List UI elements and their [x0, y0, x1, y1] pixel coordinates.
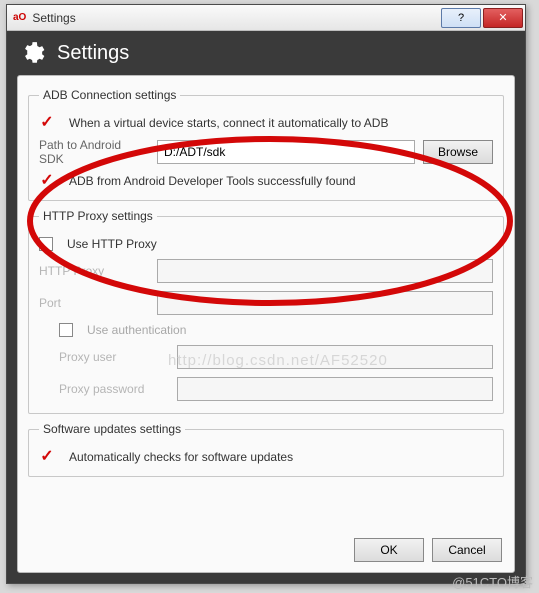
adb-legend: ADB Connection settings [39, 88, 180, 102]
cancel-button[interactable]: Cancel [432, 538, 502, 562]
browse-button[interactable]: Browse [423, 140, 493, 164]
panel: ADB Connection settings When a virtual d… [17, 75, 515, 573]
auto-updates-label: Automatically checks for software update… [69, 450, 293, 464]
adb-path-label: Path to Android SDK [39, 138, 149, 166]
adb-auto-connect-row[interactable]: When a virtual device starts, connect it… [39, 116, 493, 130]
auto-updates-row[interactable]: Automatically checks for software update… [39, 450, 493, 464]
proxy-password-row: Proxy password [39, 377, 493, 401]
updates-group: Software updates settings Automatically … [28, 422, 504, 477]
use-proxy-row[interactable]: Use HTTP Proxy [39, 237, 493, 251]
help-button[interactable]: ? [441, 8, 481, 28]
header: Settings [7, 31, 525, 75]
adb-path-row: Path to Android SDK Browse [39, 138, 493, 166]
adb-path-input[interactable] [157, 140, 415, 164]
titlebar: aO Settings ? ✕ [7, 5, 525, 31]
settings-window: aO Settings ? ✕ Settings ADB Connection … [6, 4, 526, 584]
proxy-legend: HTTP Proxy settings [39, 209, 157, 223]
content: ADB Connection settings When a virtual d… [7, 75, 525, 583]
footer-buttons: OK Cancel [354, 538, 502, 562]
window-title: Settings [32, 11, 439, 25]
port-input[interactable] [157, 291, 493, 315]
proxy-password-input[interactable] [177, 377, 493, 401]
port-label: Port [39, 296, 149, 310]
adb-status-row: ADB from Android Developer Tools success… [39, 174, 493, 188]
help-icon: ? [458, 12, 464, 24]
check-icon [39, 116, 55, 130]
proxy-user-row: Proxy user [39, 345, 493, 369]
http-proxy-row: HTTP Proxy [39, 259, 493, 283]
ok-button[interactable]: OK [354, 538, 424, 562]
app-icon: aO [13, 12, 26, 23]
use-proxy-label: Use HTTP Proxy [67, 237, 157, 251]
close-button[interactable]: ✕ [483, 8, 523, 28]
check-icon [39, 174, 55, 188]
window-buttons: ? ✕ [439, 8, 523, 28]
proxy-password-label: Proxy password [59, 382, 169, 396]
adb-auto-connect-label: When a virtual device starts, connect it… [69, 116, 388, 130]
proxy-user-input[interactable] [177, 345, 493, 369]
check-icon [39, 450, 55, 464]
use-auth-label: Use authentication [87, 323, 186, 337]
header-title: Settings [57, 42, 129, 65]
checkbox-icon [59, 323, 73, 337]
proxy-user-label: Proxy user [59, 350, 169, 364]
port-row: Port [39, 291, 493, 315]
close-icon: ✕ [498, 11, 507, 24]
use-auth-row[interactable]: Use authentication [39, 323, 493, 337]
checkbox-icon [39, 237, 53, 251]
proxy-group: HTTP Proxy settings Use HTTP Proxy HTTP … [28, 209, 504, 414]
updates-legend: Software updates settings [39, 422, 185, 436]
http-proxy-label: HTTP Proxy [39, 264, 149, 278]
adb-status-text: ADB from Android Developer Tools success… [69, 174, 356, 188]
gear-icon [19, 40, 45, 66]
corner-watermark: @51CTO博客 [452, 572, 533, 591]
http-proxy-input[interactable] [157, 259, 493, 283]
adb-group: ADB Connection settings When a virtual d… [28, 88, 504, 201]
